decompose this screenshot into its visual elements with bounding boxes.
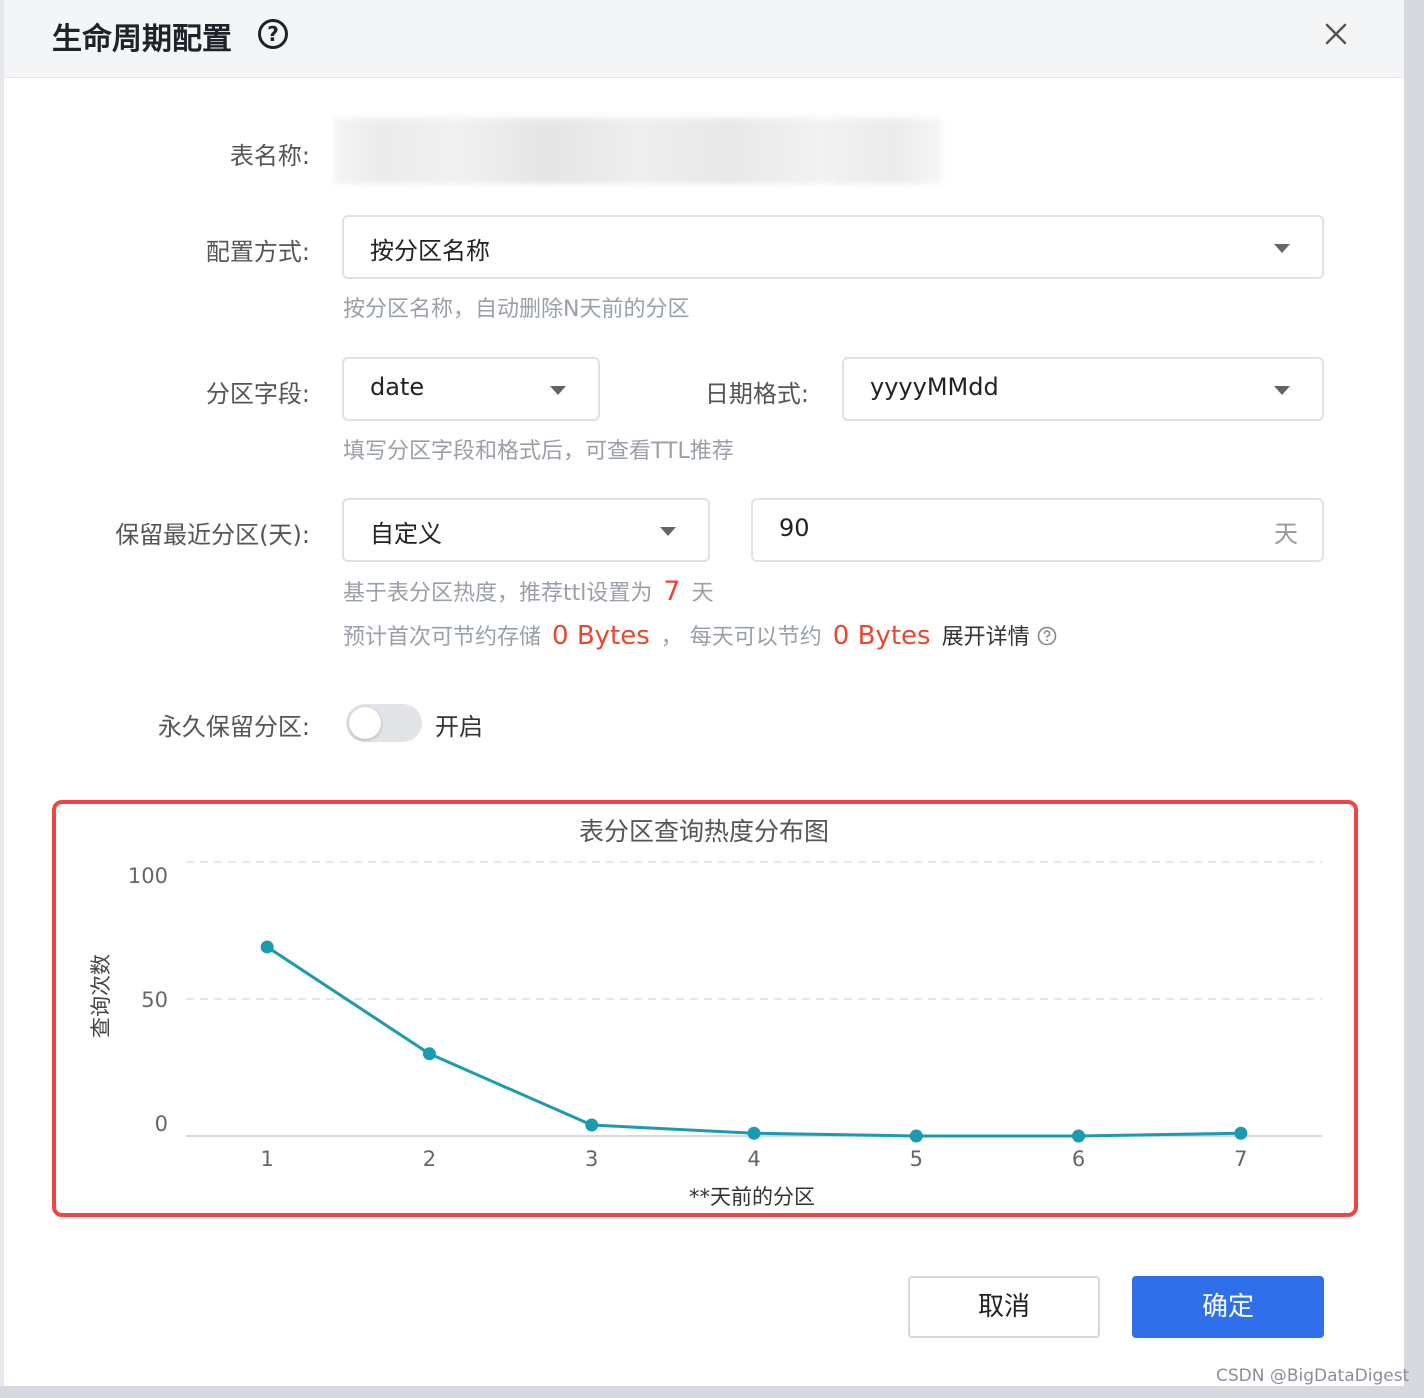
retain-mode-select[interactable]: 自定义	[342, 498, 710, 562]
chart-data-point[interactable]	[260, 940, 274, 954]
watermark-credit: CSDN @BigDataDigest	[1216, 1366, 1410, 1386]
ttl-rec-prefix: 基于表分区热度，推荐ttl设置为	[343, 581, 653, 606]
chart-x-axis-label: **天前的分区	[689, 1185, 815, 1209]
permanent-retain-toggle-text: 开启	[435, 713, 483, 741]
query-heat-chart: 表分区查询热度分布图 查询次数 **天前的分区 0 50 100 1 2 3 4 5 6 7	[89, 817, 1322, 1209]
storage-saving-estimate: 预计首次可节约存储 0 Bytes ， 每天可以节约 0 Bytes 展开详情	[343, 619, 1057, 651]
chart-highlight-frame: 表分区查询热度分布图 查询次数 **天前的分区 0 50 100 1 2 3 4 5 6 7	[52, 800, 1358, 1217]
chart-x-tick-label: 4	[747, 1147, 760, 1171]
retain-mode-value: 自定义	[370, 520, 442, 548]
saving-mid: ， 每天可以节约	[660, 625, 822, 650]
chart-x-tick-label: 1	[260, 1147, 273, 1171]
chart-series-line	[266, 945, 1241, 1138]
chart-x-tick-label: 6	[1072, 1147, 1085, 1171]
chart-data-point[interactable]	[422, 1047, 436, 1061]
permanent-retain-label: 永久保留分区:	[157, 713, 310, 741]
retain-days-unit: 天	[1274, 520, 1298, 548]
date-format-value: yyyyMMdd	[870, 373, 999, 401]
ttl-rec-value: 7	[663, 576, 681, 607]
ttl-recommendation: 基于表分区热度，推荐ttl设置为 7 天	[343, 575, 714, 607]
chart-y-tick-label: 100	[128, 864, 168, 888]
lifecycle-config-dialog: 生命周期配置 ? 表名称: 配置方式: 按分区名称 按分区名称，自动删除N天前的…	[4, 0, 1404, 1386]
table-name-label: 表名称:	[229, 142, 310, 170]
chart-data-point[interactable]	[1072, 1129, 1086, 1143]
chart-x-tick-label: 7	[1234, 1147, 1247, 1171]
chevron-down-icon	[1274, 244, 1290, 253]
confirm-button[interactable]: 确定	[1132, 1276, 1324, 1338]
help-icon[interactable]: ?	[258, 19, 288, 49]
date-format-select[interactable]: yyyyMMdd	[842, 357, 1324, 421]
chart-data-point[interactable]	[1234, 1126, 1248, 1140]
chart-y-tick-label: 0	[155, 1112, 168, 1136]
chart-x-tick-label: 5	[910, 1147, 923, 1171]
chevron-down-icon	[1274, 386, 1290, 395]
chart-data-point[interactable]	[909, 1129, 923, 1143]
saving-prefix: 预计首次可节约存储	[343, 625, 542, 650]
close-icon[interactable]	[1320, 18, 1352, 50]
table-name-value-redacted	[334, 118, 942, 184]
chevron-down-icon	[660, 527, 676, 536]
dialog-header: 生命周期配置 ?	[4, 0, 1404, 78]
retain-days-label: 保留最近分区(天):	[115, 521, 310, 549]
chart-x-tick-label: 2	[423, 1147, 436, 1171]
chart-data-point[interactable]	[747, 1126, 761, 1140]
partition-hint: 填写分区字段和格式后，可查看TTL推荐	[343, 439, 734, 464]
expand-details-link[interactable]: 展开详情	[942, 625, 1030, 650]
dialog-title: 生命周期配置	[52, 22, 232, 57]
chart-data-point[interactable]	[585, 1118, 599, 1132]
date-format-label: 日期格式:	[704, 380, 809, 408]
partition-field-value: date	[370, 373, 425, 401]
chart-title: 表分区查询热度分布图	[579, 817, 829, 846]
question-circle-icon[interactable]	[1037, 626, 1057, 646]
retain-days-value: 90	[779, 514, 810, 542]
saving-daily-value: 0 Bytes	[832, 621, 931, 651]
config-mode-hint: 按分区名称，自动删除N天前的分区	[343, 297, 690, 322]
saving-first-value: 0 Bytes	[552, 621, 650, 651]
chart-x-tick-label: 3	[585, 1147, 598, 1171]
chart-y-tick-label: 50	[141, 988, 168, 1012]
permanent-retain-toggle[interactable]	[346, 704, 422, 742]
config-mode-select[interactable]: 按分区名称	[342, 215, 1324, 279]
backdrop-right	[1404, 0, 1424, 1398]
backdrop-bottom	[0, 1386, 1424, 1398]
config-mode-label: 配置方式:	[205, 238, 310, 266]
retain-days-input[interactable]: 90 天	[751, 498, 1324, 562]
cancel-button[interactable]: 取消	[908, 1276, 1100, 1338]
chart-y-axis-label: 查询次数	[89, 954, 113, 1038]
toggle-knob	[349, 707, 381, 739]
ttl-rec-suffix: 天	[691, 581, 714, 606]
partition-field-label: 分区字段:	[205, 380, 310, 408]
config-mode-value: 按分区名称	[370, 237, 490, 265]
